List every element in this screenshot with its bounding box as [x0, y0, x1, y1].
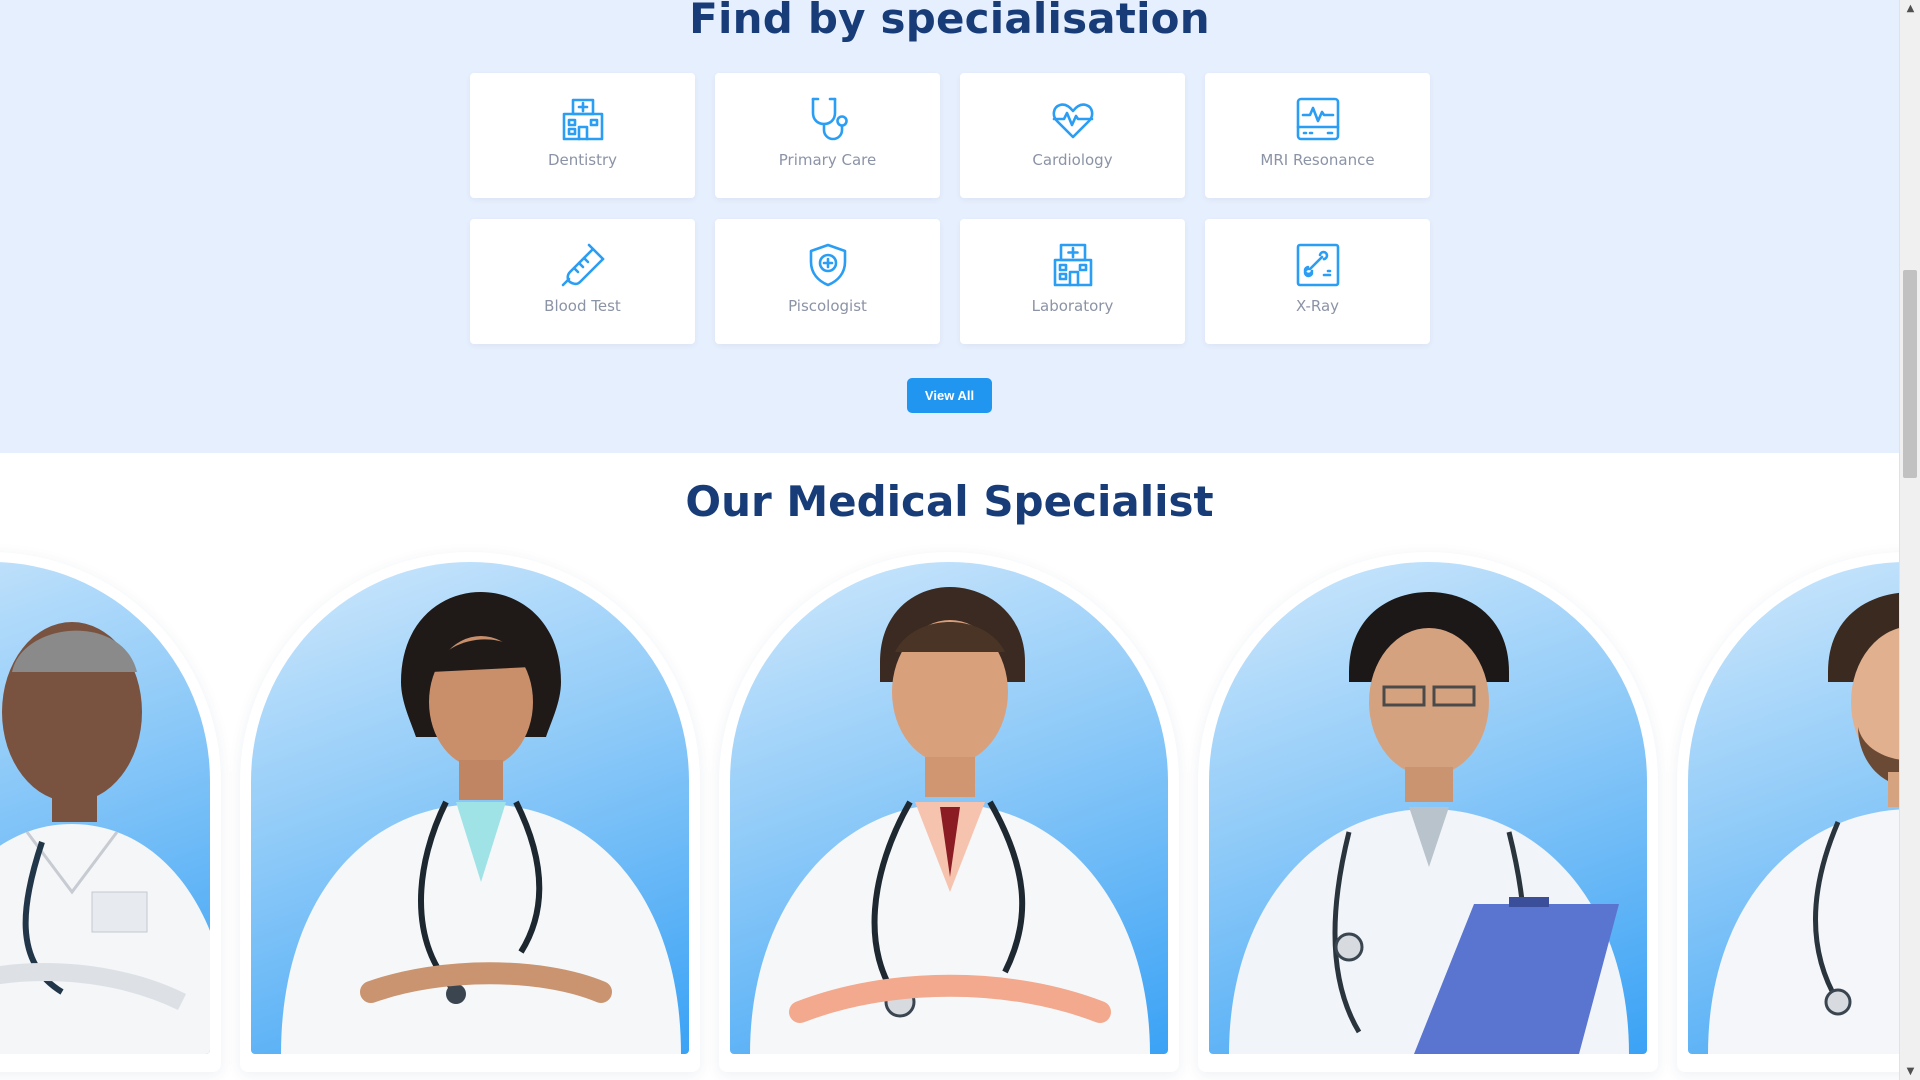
scroll-down-arrow-icon[interactable]: ▼: [1900, 1063, 1920, 1080]
spec-card-piscologist[interactable]: Piscologist: [715, 219, 940, 344]
hospital-icon: [559, 95, 607, 143]
xray-bone-icon: [1294, 241, 1342, 289]
doctor-card[interactable]: [240, 552, 700, 1072]
doctor-card[interactable]: [1198, 552, 1658, 1072]
view-all-button[interactable]: View All: [907, 378, 992, 413]
monitor-pulse-icon: [1294, 95, 1342, 143]
scrollbar-thumb[interactable]: [1903, 270, 1917, 478]
heart-pulse-icon: [1049, 95, 1097, 143]
spec-card-mri-resonance[interactable]: MRI Resonance: [1205, 73, 1430, 198]
spec-card-primary-care[interactable]: Primary Care: [715, 73, 940, 198]
stethoscope-icon: [804, 95, 852, 143]
specialisation-title: Find by specialisation: [689, 0, 1210, 43]
spec-card-dentistry[interactable]: Dentistry: [470, 73, 695, 198]
vertical-scrollbar[interactable]: ▲ ▼: [1899, 0, 1920, 1080]
doctor-photo: [730, 562, 1168, 1054]
scroll-up-arrow-icon[interactable]: ▲: [1900, 0, 1920, 17]
doctor-photo: [1209, 562, 1647, 1054]
spec-card-label: X-Ray: [1295, 297, 1340, 315]
spec-card-label: Laboratory: [1031, 297, 1114, 315]
doctor-card[interactable]: [719, 552, 1179, 1072]
page: Find by specialisation Dentistry Primary…: [0, 0, 1899, 1080]
doctor-card[interactable]: [1677, 552, 1899, 1072]
doctor-photo: [251, 562, 689, 1054]
spec-card-laboratory[interactable]: Laboratory: [960, 219, 1185, 344]
specialist-title: Our Medical Specialist: [685, 477, 1214, 526]
specialisation-grid: Dentistry Primary Care Cardiology MRI Re…: [470, 73, 1430, 344]
doctor-photo: [1688, 562, 1899, 1054]
test-tube-icon: [559, 241, 607, 289]
spec-card-cardiology[interactable]: Cardiology: [960, 73, 1185, 198]
spec-card-label: Cardiology: [1032, 151, 1113, 169]
spec-card-x-ray[interactable]: X-Ray: [1205, 219, 1430, 344]
spec-card-label: Primary Care: [778, 151, 877, 169]
hospital-icon: [1049, 241, 1097, 289]
shield-plus-icon: [804, 241, 852, 289]
doctor-card[interactable]: [0, 552, 221, 1072]
spec-card-blood-test[interactable]: Blood Test: [470, 219, 695, 344]
doctor-photo: [0, 562, 210, 1054]
spec-card-label: Blood Test: [544, 297, 621, 315]
specialist-section: Our Medical Specialist: [0, 453, 1899, 1080]
spec-card-label: Dentistry: [547, 151, 618, 169]
specialisation-section: Find by specialisation Dentistry Primary…: [0, 0, 1899, 453]
spec-card-label: Piscologist: [788, 297, 867, 315]
spec-card-label: MRI Resonance: [1260, 151, 1375, 169]
